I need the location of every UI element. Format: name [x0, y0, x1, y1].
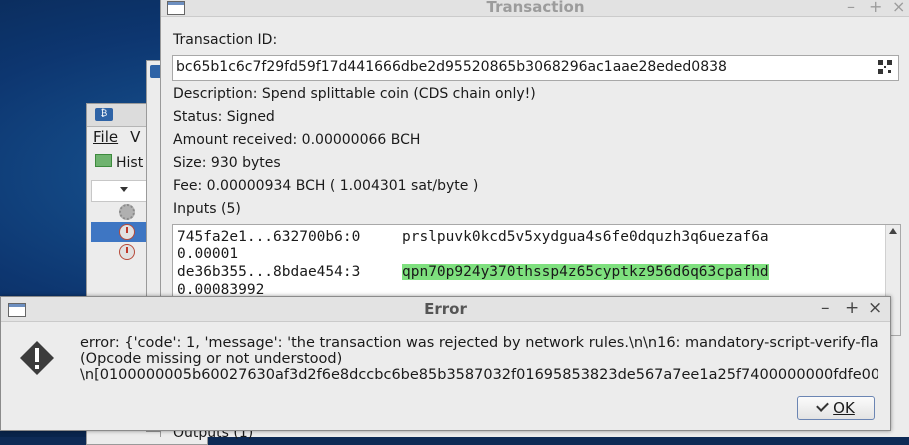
ok-button-label: OK: [833, 399, 855, 417]
minimize-button[interactable]: –: [847, 0, 855, 16]
error-title: Error: [424, 300, 467, 318]
error-message-line: (Opcode missing or not understood): [80, 351, 343, 367]
transaction-titlebar: Transaction – + ×: [161, 0, 909, 17]
sort-chevron-icon[interactable]: [120, 187, 128, 192]
amount-received-text: Amount received: 0.00000066 BCH: [173, 132, 421, 148]
history-icon: [95, 154, 112, 167]
scroll-up-arrow-icon[interactable]: [889, 228, 897, 234]
input-outpoint[interactable]: 745fa2e1...632700b6:0: [177, 229, 360, 245]
error-message: error: {'code': 1, 'message': 'the trans…: [80, 335, 878, 383]
clock-icon: [119, 244, 135, 260]
input-address-highlighted[interactable]: qpn70p924y370thssp4z65cyptkz956d6q63cpaf…: [402, 264, 769, 280]
tab-history-label: Hist: [116, 155, 144, 171]
ok-button[interactable]: OK: [797, 396, 875, 420]
app-icon: ₿: [95, 108, 113, 121]
description-text: Description: Spend splittable coin (CDS …: [173, 86, 536, 102]
qr-code-icon[interactable]: [878, 60, 892, 74]
inputs-label: Inputs (5): [173, 201, 241, 217]
txid-label: Transaction ID:: [173, 32, 278, 48]
window-title: Transaction: [486, 0, 585, 16]
error-titlebar: Error – + ×: [1, 297, 890, 322]
input-amount: 0.00001: [177, 246, 239, 262]
input-address[interactable]: prslpuvk0kcd5v5xydgua4s6fe0dquzh3q6uezaf…: [402, 229, 769, 245]
status-text: Status: Signed: [173, 109, 275, 125]
error-message-line: error: {'code': 1, 'message': 'the trans…: [80, 335, 878, 351]
clock-icon: [119, 224, 135, 240]
input-outpoint[interactable]: de36b355...8bdae454:3: [177, 264, 360, 280]
fee-text: Fee: 0.00000934 BCH ( 1.004301 sat/byte …: [173, 178, 479, 194]
menu-file[interactable]: File: [93, 128, 118, 146]
gear-icon: [119, 204, 135, 220]
txid-field[interactable]: bc65b1c6c7f29fd59f17d441666dbe2d95520865…: [172, 55, 899, 81]
tab-history[interactable]: Hist: [95, 154, 143, 171]
warning-icon: [20, 341, 54, 375]
size-text: Size: 930 bytes: [173, 155, 281, 171]
txid-value[interactable]: bc65b1c6c7f29fd59f17d441666dbe2d95520865…: [176, 59, 727, 75]
close-button[interactable]: ×: [868, 298, 882, 318]
minimize-button[interactable]: –: [821, 298, 830, 318]
menu-view[interactable]: V: [130, 128, 140, 146]
checkmark-icon: [816, 399, 830, 412]
maximize-button[interactable]: +: [869, 0, 882, 16]
error-dialog: Error – + × error: {'code': 1, 'message'…: [0, 296, 891, 431]
error-message-line: \n[0100000005b60027630af3d2f6e8dccbc6be8…: [80, 367, 878, 383]
menubar: File V: [93, 128, 152, 146]
maximize-button[interactable]: +: [845, 298, 859, 318]
close-button[interactable]: ×: [892, 0, 905, 16]
